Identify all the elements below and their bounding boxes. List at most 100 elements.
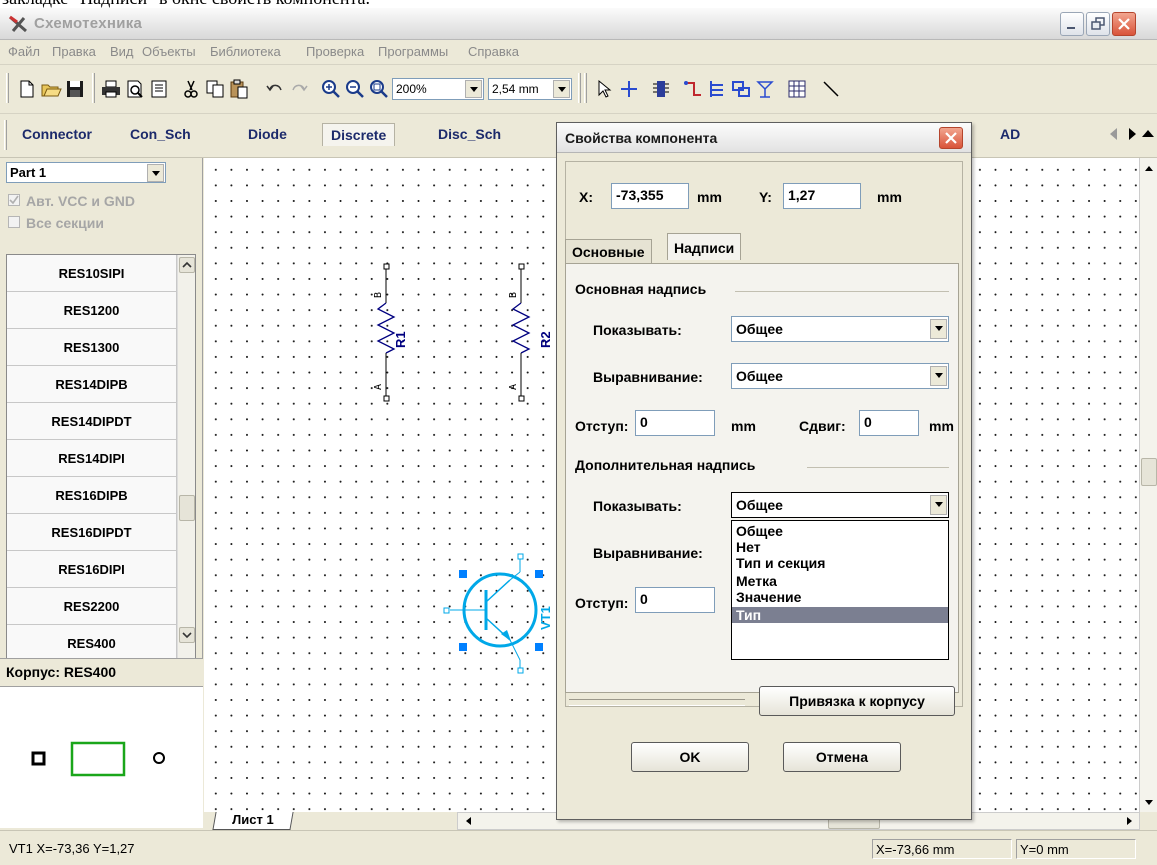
selection-handle[interactable]: [535, 570, 543, 578]
line-icon[interactable]: [820, 78, 842, 100]
canvas-vertical-scrollbar[interactable]: [1139, 158, 1157, 812]
power-symbol-icon[interactable]: [754, 78, 776, 100]
menu-programs[interactable]: Программы: [378, 44, 448, 59]
menu-view[interactable]: Вид: [110, 44, 134, 59]
bind-to-package-button[interactable]: Привязка к корпусу: [759, 686, 955, 716]
list-item[interactable]: RES1200: [7, 292, 177, 329]
minimize-button[interactable]: [1060, 12, 1084, 36]
save-icon[interactable]: [64, 78, 86, 100]
dialog-title-bar[interactable]: Свойства компонента: [557, 123, 971, 153]
lib-tab-discrete[interactable]: Discrete: [322, 123, 396, 146]
scroll-left-icon[interactable]: [462, 814, 476, 828]
menu-help[interactable]: Справка: [468, 44, 519, 59]
r1-pin-a-label: A: [373, 384, 384, 390]
dialog-close-button[interactable]: [939, 127, 963, 149]
resistor-r1[interactable]: B A R1: [373, 263, 408, 402]
undo-icon[interactable]: [264, 78, 286, 100]
scroll-up-button[interactable]: [1141, 160, 1157, 176]
dropdown-option[interactable]: Значение: [732, 589, 948, 605]
x-coordinate-field[interactable]: -73,355: [611, 183, 689, 209]
dropdown-option-selected[interactable]: Тип: [732, 607, 948, 623]
main-shift-field[interactable]: 0: [859, 410, 919, 436]
extra-show-select[interactable]: Общее: [731, 492, 949, 518]
list-item[interactable]: RES1300: [7, 329, 177, 366]
extra-offset-field[interactable]: 0: [635, 587, 715, 613]
dropdown-option[interactable]: Метка: [732, 573, 948, 589]
list-item[interactable]: RES14DIPI: [7, 440, 177, 477]
main-align-select[interactable]: Общее: [731, 363, 949, 389]
bus-icon[interactable]: [706, 78, 728, 100]
zoom-in-icon[interactable]: [320, 78, 342, 100]
list-item[interactable]: RES14DIPDT: [7, 403, 177, 440]
list-item[interactable]: RES400: [7, 625, 177, 662]
menu-edit[interactable]: Правка: [52, 44, 96, 59]
title-bar[interactable]: Схемотехника: [0, 8, 1157, 40]
scroll-left-icon[interactable]: [1104, 124, 1124, 144]
sheet-tab-1[interactable]: Лист 1: [212, 812, 294, 830]
wire-icon[interactable]: [682, 78, 704, 100]
cancel-button[interactable]: Отмена: [783, 742, 901, 772]
lib-tab-ad[interactable]: AD: [1000, 126, 1020, 142]
list-scrollbar[interactable]: [177, 255, 195, 663]
scroll-right-icon[interactable]: [1122, 814, 1136, 828]
grid-step-select[interactable]: 2,54 mm: [488, 78, 572, 100]
list-item[interactable]: RES16DIPI: [7, 551, 177, 588]
zoom-select[interactable]: 200%: [392, 78, 484, 100]
scroll-up-button[interactable]: [179, 257, 195, 273]
main-show-select[interactable]: Общее: [731, 316, 949, 342]
lib-tab-connector[interactable]: Connector: [22, 126, 92, 142]
print-preview-icon[interactable]: [124, 78, 146, 100]
dropdown-option[interactable]: Общее: [732, 523, 948, 539]
table-icon[interactable]: [786, 78, 808, 100]
lib-tab-diode[interactable]: Diode: [248, 126, 287, 142]
menu-file[interactable]: Файл: [8, 44, 40, 59]
y-coordinate-field[interactable]: 1,27: [783, 183, 861, 209]
restore-button[interactable]: [1086, 12, 1110, 36]
chevron-down-icon: [182, 632, 192, 639]
redo-icon[interactable]: [288, 78, 310, 100]
print-icon[interactable]: [100, 78, 122, 100]
transistor-vt1[interactable]: VT1: [443, 553, 553, 674]
cut-icon[interactable]: [180, 78, 202, 100]
scroll-down-button[interactable]: [179, 627, 195, 643]
list-item[interactable]: RES10SIPI: [7, 255, 177, 292]
close-button[interactable]: [1112, 12, 1136, 36]
chevron-up-icon[interactable]: [1138, 124, 1157, 144]
tab-labels[interactable]: Надписи: [667, 233, 742, 260]
selection-handle[interactable]: [459, 643, 467, 651]
crosshair-icon[interactable]: [618, 78, 640, 100]
dropdown-option[interactable]: Нет: [732, 539, 948, 555]
tab-main[interactable]: Основные: [565, 239, 652, 264]
menu-check[interactable]: Проверка: [306, 44, 364, 59]
paste-icon[interactable]: [228, 78, 250, 100]
open-folder-icon[interactable]: [40, 78, 62, 100]
resistor-r2[interactable]: B A R2: [508, 263, 553, 402]
list-item[interactable]: RES14DIPB: [7, 366, 177, 403]
list-item[interactable]: RES2200: [7, 588, 177, 625]
place-component-icon[interactable]: [650, 78, 672, 100]
toolbar-grip[interactable]: [6, 73, 9, 103]
list-item[interactable]: RES16DIPDT: [7, 514, 177, 551]
menu-library[interactable]: Библиотека: [210, 44, 281, 59]
zoom-fit-icon[interactable]: [368, 78, 390, 100]
part-select[interactable]: Part 1: [6, 162, 166, 183]
lib-tab-disc-sch[interactable]: Disc_Sch: [438, 126, 501, 142]
dropdown-option[interactable]: Тип и секция: [732, 555, 948, 571]
menu-objects[interactable]: Объекты: [142, 44, 196, 59]
zoom-out-icon[interactable]: [344, 78, 366, 100]
net-port-icon[interactable]: [730, 78, 752, 100]
scroll-thumb[interactable]: [179, 495, 195, 521]
main-offset-field[interactable]: 0: [635, 410, 715, 436]
scroll-down-button[interactable]: [1141, 794, 1157, 810]
page-setup-icon[interactable]: [148, 78, 170, 100]
selection-handle[interactable]: [459, 570, 467, 578]
toolbar-grip[interactable]: [4, 120, 7, 150]
scroll-thumb[interactable]: [1141, 458, 1157, 486]
list-item[interactable]: RES16DIPB: [7, 477, 177, 514]
ok-button[interactable]: OK: [631, 742, 749, 772]
pointer-icon[interactable]: [594, 78, 616, 100]
lib-tab-con-sch[interactable]: Con_Sch: [130, 126, 191, 142]
selection-handle[interactable]: [535, 643, 543, 651]
copy-icon[interactable]: [204, 78, 226, 100]
new-file-icon[interactable]: [16, 78, 38, 100]
